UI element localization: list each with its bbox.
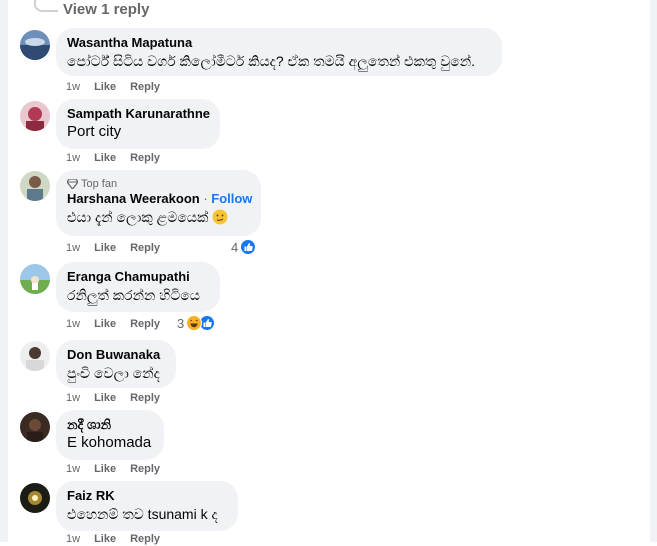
comment-text: පෝර්ට් සිටිය වගර් කිලෝමීටර් කියද? ඒක තමය… <box>67 53 476 69</box>
comment-actions: 1w Like Reply <box>66 391 174 405</box>
comment-bubble: නදී ශානි E kohomada <box>56 410 164 460</box>
comment-author[interactable]: නදී ශානි <box>67 417 153 433</box>
comment-actions: 1w Like Reply <box>66 241 174 255</box>
comment-bubble: Faiz RK එහෙනම් තව tsunami k ද <box>56 481 238 531</box>
comment-bubble: Sampath Karunarathne Port city <box>56 99 220 149</box>
avatar[interactable] <box>20 412 50 442</box>
comment-author[interactable]: Faiz RK <box>67 488 227 504</box>
separator-dot: · <box>199 191 212 206</box>
comment-time[interactable]: 1w <box>66 80 80 94</box>
comment-text: Port city <box>67 123 122 140</box>
reply-button[interactable]: Reply <box>130 151 160 165</box>
comment-actions: 1w Like Reply <box>66 151 174 165</box>
comment-bubble: Don Buwanaka පුංචි වෙලා නේද <box>56 340 176 388</box>
page-right-edge <box>650 0 657 542</box>
comment-bubble: Eranga Chamupathi රනිලුත් කරන්න හිටියෙ <box>56 262 220 312</box>
comment-actions: 1w Like Reply <box>66 462 174 476</box>
like-reaction-icon <box>240 239 257 255</box>
avatar[interactable] <box>20 483 50 513</box>
haha-reaction-icon <box>186 315 203 331</box>
top-fan-badge: Top fan <box>67 177 250 191</box>
badge-label: Top fan <box>81 178 118 190</box>
comment-time[interactable]: 1w <box>66 532 80 546</box>
like-button[interactable]: Like <box>94 391 116 405</box>
comment-text: E kohomada <box>67 434 152 451</box>
comment-time[interactable]: 1w <box>66 241 80 255</box>
comment-actions: 1w Like Reply <box>66 532 174 546</box>
view-replies-link[interactable]: View 1 reply <box>63 0 149 22</box>
like-button[interactable]: Like <box>94 241 116 255</box>
page-left-edge <box>0 0 8 542</box>
reaction-summary[interactable]: 3 <box>177 315 216 331</box>
reaction-count: 3 <box>177 315 185 331</box>
avatar[interactable] <box>20 101 50 131</box>
comment-text: එහෙනම් තව tsunami k ද <box>67 506 218 522</box>
comment-author[interactable]: Harshana Weerakoon <box>67 191 200 206</box>
comment-author[interactable]: Sampath Karunarathne <box>67 106 210 122</box>
comment-text-row: එයා දැන් ලොකු ළමයෙක් <box>67 207 250 227</box>
avatar[interactable] <box>20 171 50 201</box>
reaction-count: 4 <box>231 239 239 255</box>
like-button[interactable]: Like <box>94 151 116 165</box>
like-button[interactable]: Like <box>94 532 116 546</box>
reaction-summary[interactable]: 4 <box>231 239 257 255</box>
smirk-emoji-icon <box>212 209 228 225</box>
comment-time[interactable]: 1w <box>66 317 80 331</box>
reply-button[interactable]: Reply <box>130 462 160 476</box>
comment-time[interactable]: 1w <box>66 151 80 165</box>
like-button[interactable]: Like <box>94 317 116 331</box>
follow-button[interactable]: Follow <box>211 191 252 206</box>
reply-button[interactable]: Reply <box>130 532 160 546</box>
comment-bubble: Wasantha Mapatuna පෝර්ට් සිටිය වගර් කිලෝ… <box>56 28 502 76</box>
comment-text: එයා දැන් ලොකු ළමයෙක් <box>67 209 209 225</box>
diamond-icon <box>67 179 78 189</box>
comment-author-row: Harshana Weerakoon · Follow <box>67 191 252 207</box>
comment-author[interactable]: Don Buwanaka <box>67 347 165 363</box>
avatar[interactable] <box>20 30 50 60</box>
comment-text: පුංචි වෙලා නේද <box>67 365 160 381</box>
avatar[interactable] <box>20 341 50 371</box>
reply-button[interactable]: Reply <box>130 391 160 405</box>
reply-button[interactable]: Reply <box>130 317 160 331</box>
like-button[interactable]: Like <box>94 80 116 94</box>
reply-thread-connector <box>34 0 58 12</box>
comment-author[interactable]: Wasantha Mapatuna <box>67 35 491 51</box>
reply-button[interactable]: Reply <box>130 80 160 94</box>
comment-time[interactable]: 1w <box>66 462 80 476</box>
comment-time[interactable]: 1w <box>66 391 80 405</box>
like-button[interactable]: Like <box>94 462 116 476</box>
comment-actions: 1w Like Reply <box>66 317 174 331</box>
comment-bubble: Top fan Harshana Weerakoon · Follow එයා … <box>56 170 261 236</box>
comment-text: රනිලුත් කරන්න හිටියෙ <box>67 287 200 303</box>
comment-actions: 1w Like Reply <box>66 80 174 94</box>
reply-button[interactable]: Reply <box>130 241 160 255</box>
avatar[interactable] <box>20 264 50 294</box>
comment-author[interactable]: Eranga Chamupathi <box>67 269 209 285</box>
